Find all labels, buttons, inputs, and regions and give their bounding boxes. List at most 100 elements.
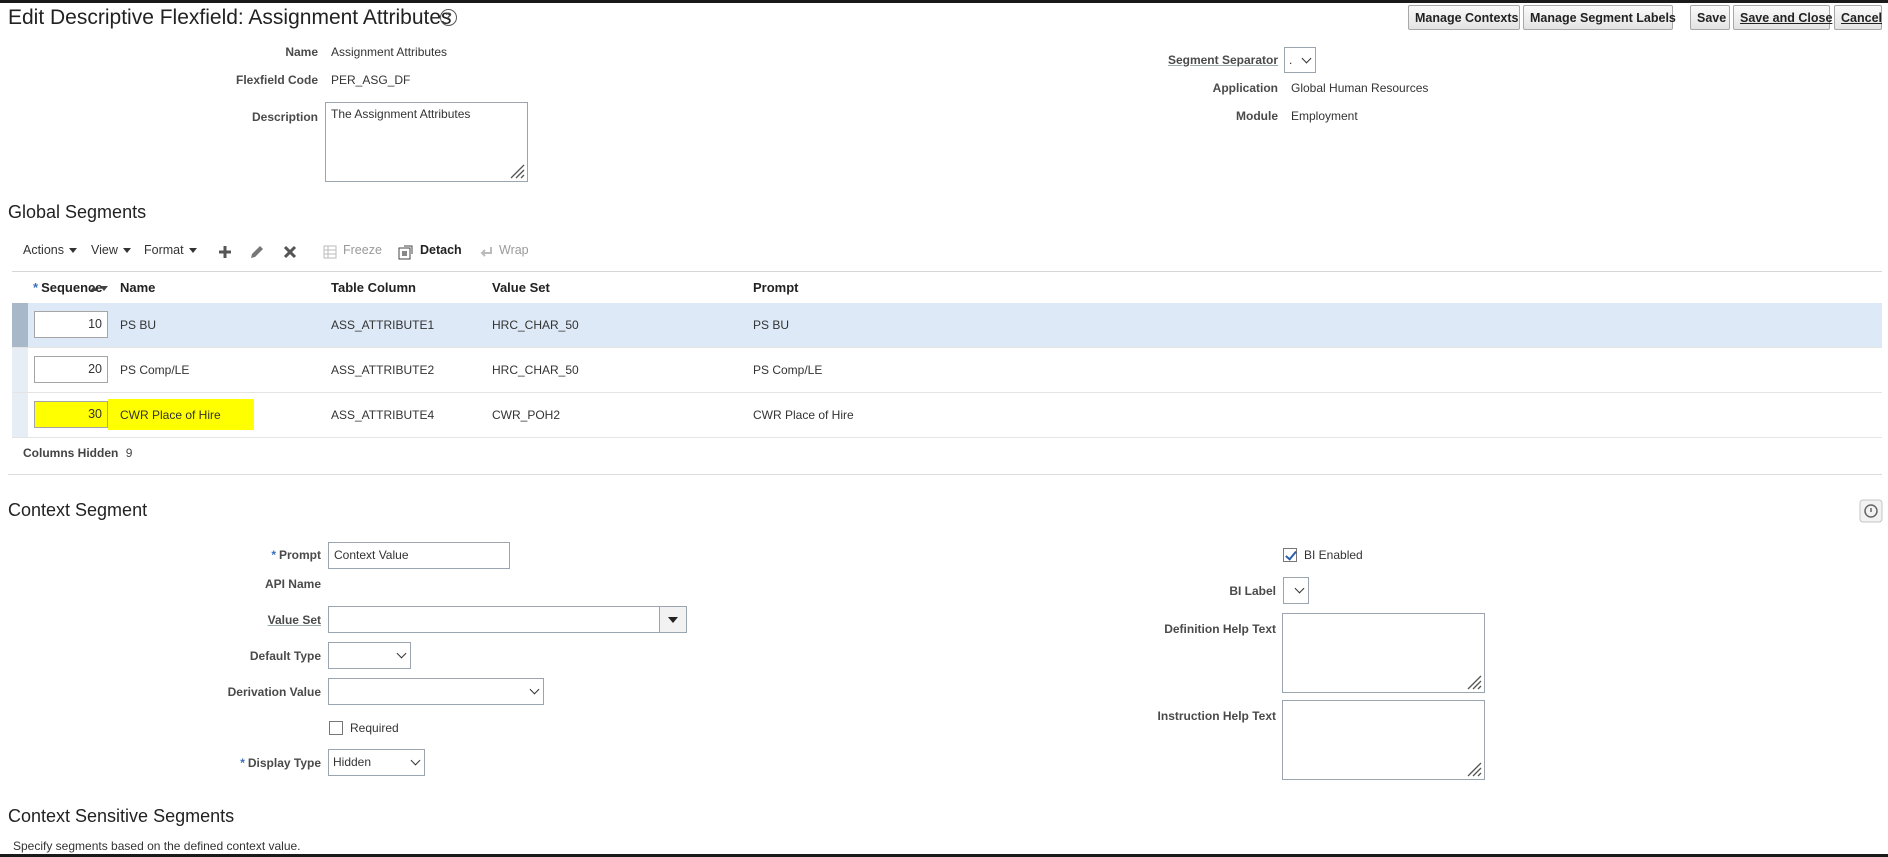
section-divider: [8, 474, 1882, 475]
row-value-set: HRC_CHAR_50: [492, 363, 579, 377]
derivation-value-label: Derivation Value: [227, 685, 321, 699]
sequence-input[interactable]: 10: [34, 311, 108, 338]
segment-separator-label: Segment Separator: [1167, 53, 1278, 67]
manage-segment-labels-button[interactable]: Manage Segment Labels: [1523, 5, 1676, 30]
display-type-select[interactable]: Hidden: [328, 749, 425, 776]
info-icon[interactable]: [1859, 499, 1883, 523]
view-label: View: [91, 243, 118, 257]
value-set-combobox[interactable]: [328, 606, 687, 633]
actions-menu[interactable]: Actions: [23, 243, 77, 257]
display-type-field-label: * Display Type: [240, 756, 321, 770]
format-label: Format: [144, 243, 184, 257]
row-selector[interactable]: [12, 348, 28, 392]
table-row[interactable]: 30 CWR Place of Hire ASS_ATTRIBUTE4 CWR_…: [12, 393, 1882, 438]
chevron-down-icon: [1301, 53, 1312, 64]
module-value: Employment: [1291, 109, 1358, 123]
sequence-input[interactable]: 30: [34, 401, 108, 428]
row-name: PS Comp/LE: [120, 363, 190, 377]
module-label: Module: [1236, 109, 1278, 123]
save-button[interactable]: Save: [1690, 5, 1730, 30]
description-label: Description: [251, 110, 318, 124]
name-column-header[interactable]: Name: [120, 280, 155, 295]
row-name: PS BU: [120, 318, 157, 332]
columns-hidden-label: Columns Hidden: [23, 446, 119, 460]
row-table-column: ASS_ATTRIBUTE1: [331, 318, 435, 332]
global-segments-heading: Global Segments: [8, 202, 147, 222]
sequence-input[interactable]: 20: [34, 356, 108, 383]
chevron-down-icon: [1294, 583, 1305, 594]
chevron-down-icon: [529, 684, 540, 695]
columns-hidden-count: 9: [125, 446, 133, 460]
instruction-help-textarea[interactable]: [1282, 700, 1485, 780]
chevron-down-icon: [396, 648, 407, 659]
table-row[interactable]: 20 PS Comp/LE ASS_ATTRIBUTE2 HRC_CHAR_50…: [12, 348, 1882, 393]
default-type-select[interactable]: [328, 642, 411, 669]
caret-down-icon: [188, 248, 197, 254]
description-textarea[interactable]: The Assignment Attributes: [325, 102, 528, 182]
required-label: Required: [350, 721, 399, 735]
definition-help-textarea[interactable]: [1282, 613, 1485, 693]
row-name: CWR Place of Hire: [120, 408, 221, 422]
display-type-label-text: Display Type: [247, 756, 321, 770]
application-label: Application: [1212, 81, 1278, 95]
resize-handle-icon[interactable]: [507, 161, 525, 179]
caret-down-icon: [69, 248, 77, 254]
row-selector[interactable]: [12, 303, 28, 347]
row-table-column: ASS_ATTRIBUTE4: [331, 408, 435, 422]
format-menu[interactable]: Format: [144, 243, 197, 257]
display-type-value: Hidden: [333, 755, 372, 769]
row-value-set: HRC_CHAR_50: [492, 318, 579, 332]
table-header-row: * Sequence Name Table Column Value Set Pr…: [12, 271, 1882, 304]
api-name-label: API Name: [264, 577, 321, 591]
view-menu[interactable]: View: [91, 243, 131, 257]
freeze-button[interactable]: Freeze: [343, 243, 382, 257]
freeze-icon: [323, 245, 337, 259]
manage-contexts-button[interactable]: Manage Contexts: [1408, 5, 1520, 30]
value-set-column-header[interactable]: Value Set: [492, 280, 550, 295]
required-checkbox[interactable]: [329, 721, 343, 735]
wrap-icon: [480, 247, 492, 257]
prompt-input[interactable]: Context Value: [328, 542, 510, 569]
prompt-label-text: Prompt: [279, 548, 321, 562]
row-table-column: ASS_ATTRIBUTE2: [331, 363, 435, 377]
cancel-button[interactable]: Cancel: [1834, 5, 1882, 30]
segment-separator-value: .: [1289, 53, 1293, 67]
context-sensitive-description: Specify segments based on the defined co…: [13, 839, 301, 853]
application-value: Global Human Resources: [1291, 81, 1429, 95]
default-type-label: Default Type: [249, 649, 321, 663]
context-segment-heading: Context Segment: [8, 500, 148, 520]
segment-separator-select[interactable]: .: [1284, 47, 1316, 73]
save-and-close-button[interactable]: Save and Close: [1733, 5, 1832, 30]
bi-enabled-checkbox[interactable]: [1283, 548, 1297, 562]
row-selector[interactable]: [12, 393, 28, 437]
sort-icon[interactable]: [88, 283, 110, 295]
resize-handle-icon[interactable]: [1464, 672, 1482, 690]
window-top-border: [0, 0, 1888, 3]
resize-handle-icon[interactable]: [1464, 759, 1482, 777]
row-value-set: CWR_POH2: [492, 408, 561, 422]
row-prompt: PS BU: [753, 318, 790, 332]
derivation-value-select[interactable]: [328, 678, 544, 705]
detach-icon: [398, 245, 413, 260]
definition-help-text-label: Definition Help Text: [1164, 622, 1276, 636]
wrap-button[interactable]: Wrap: [499, 243, 529, 257]
add-icon[interactable]: [217, 244, 233, 260]
detach-button[interactable]: Detach: [420, 243, 462, 257]
dropdown-arrow-icon[interactable]: [659, 607, 686, 632]
flexfield-code-value: PER_ASG_DF: [331, 73, 411, 87]
table-column-header[interactable]: Table Column: [331, 280, 416, 295]
prompt-field-label: * Prompt: [271, 548, 321, 562]
delete-x-icon[interactable]: [282, 244, 298, 260]
description-text: The Assignment Attributes: [331, 107, 471, 121]
chevron-down-icon: [410, 755, 421, 766]
edit-pencil-icon[interactable]: [248, 243, 266, 261]
page-title: Edit Descriptive Flexfield: Assignment A…: [8, 6, 452, 29]
prompt-column-header[interactable]: Prompt: [753, 280, 799, 295]
table-row[interactable]: 10 PS BU ASS_ATTRIBUTE1 HRC_CHAR_50 PS B…: [12, 303, 1882, 348]
name-label: Name: [285, 45, 318, 59]
name-value: Assignment Attributes: [331, 45, 448, 59]
bi-label-select[interactable]: [1283, 577, 1309, 604]
flexfield-code-label: Flexfield Code: [235, 73, 318, 87]
actions-label: Actions: [23, 243, 64, 257]
question-circle-icon[interactable]: ?: [440, 9, 457, 26]
